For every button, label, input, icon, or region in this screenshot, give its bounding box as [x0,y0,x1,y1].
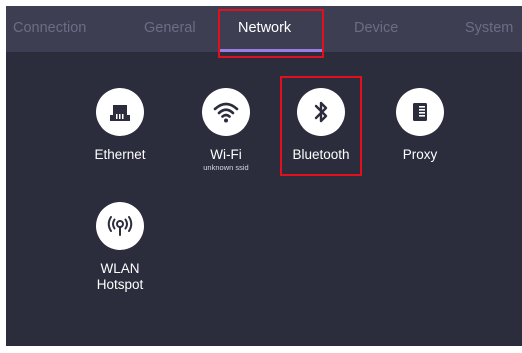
hotspot-icon [96,202,144,250]
network-item-bluetooth[interactable]: Bluetooth [273,88,369,163]
network-item-proxy[interactable]: Proxy [372,88,468,163]
network-item-wifi[interactable]: Wi-Fi unknown ssid [178,88,274,173]
wlan-hotspot-label: WLAN Hotspot [96,261,144,292]
settings-screen: Connection General Network Device System… [6,6,522,346]
tab-network[interactable]: Network [238,6,291,52]
tab-connection[interactable]: Connection [13,6,86,52]
wifi-icon [202,88,250,136]
wifi-ssid: unknown ssid [203,163,249,172]
network-item-wlan-hotspot[interactable]: WLAN Hotspot [72,202,168,293]
network-item-ethernet[interactable]: Ethernet [72,88,168,163]
tab-device[interactable]: Device [354,6,398,52]
proxy-icon [396,88,444,136]
ethernet-label: Ethernet [94,147,146,162]
wifi-label: Wi-Fi [210,147,242,162]
ethernet-icon [96,88,144,136]
proxy-label: Proxy [402,147,438,162]
bluetooth-label: Bluetooth [292,147,350,162]
active-tab-indicator [219,49,322,52]
tab-bar: Connection General Network Device System [6,6,522,52]
tab-general[interactable]: General [144,6,196,52]
bluetooth-icon [297,88,345,136]
tab-system[interactable]: System [465,6,513,52]
